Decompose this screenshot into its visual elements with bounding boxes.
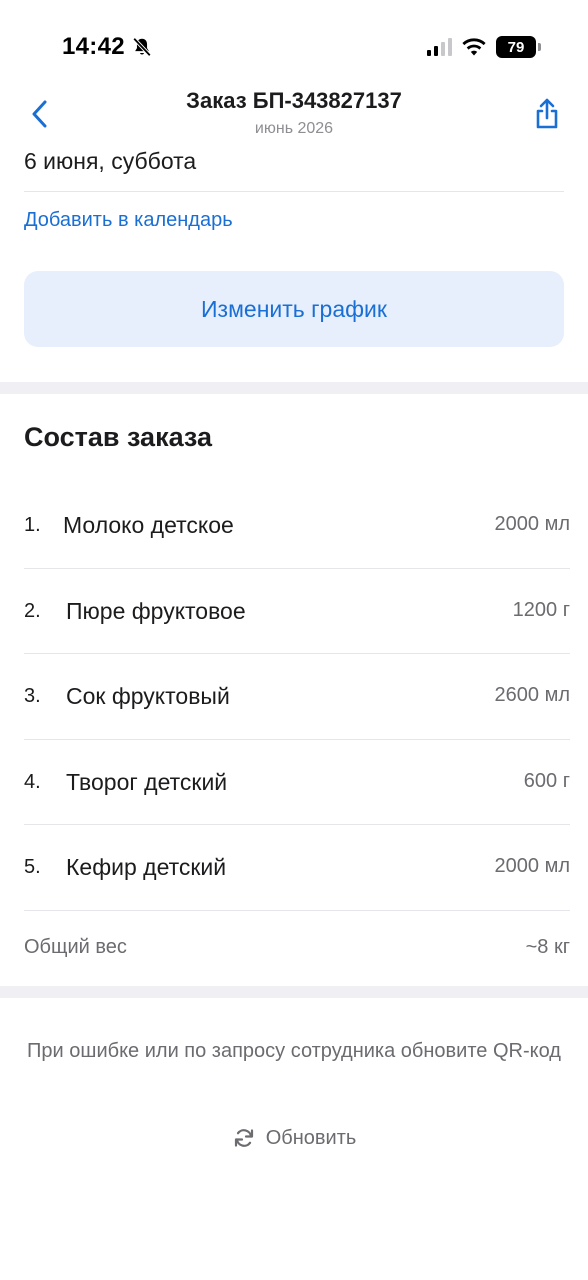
status-time-group: 14:42 — [62, 33, 153, 61]
item-quantity: 2600 мл — [494, 684, 570, 706]
delivery-date: 6 июня, суббота — [24, 148, 197, 174]
refresh-icon — [234, 1129, 253, 1147]
item-name: Пюре фруктовое — [66, 597, 246, 624]
item-number: 3. — [24, 685, 41, 707]
order-section-title: Состав заказа — [24, 422, 213, 452]
item-quantity: 2000 мл — [494, 513, 570, 535]
section-separator — [0, 986, 588, 998]
item-number: 5. — [24, 856, 41, 878]
share-icon — [536, 98, 558, 129]
divider — [24, 191, 564, 192]
cellular-signal-icon — [427, 38, 452, 56]
item-name: Кефир детский — [66, 854, 227, 880]
item-quantity: 2000 мл — [494, 855, 570, 877]
section-separator — [0, 382, 588, 394]
refresh-qr-button[interactable]: Обновить — [0, 1126, 588, 1150]
item-name: Творог детский — [66, 768, 228, 795]
navigation-bar: Заказ БП-343827137 июнь 2026 — [0, 84, 588, 146]
status-time: 14:42 — [62, 33, 125, 60]
status-icons: 79 — [427, 36, 541, 58]
order-items-list: 1. Молоко детское 2000 мл 2. Пюре фрукто… — [24, 483, 570, 911]
status-bar: 14:42 79 — [0, 0, 588, 88]
total-weight-label: Общий вес — [24, 936, 127, 958]
change-schedule-button[interactable]: Изменить график — [24, 271, 564, 347]
page-title: Заказ БП-343827137 — [186, 88, 402, 113]
list-item: 5. Кефир детский 2000 мл — [24, 825, 570, 911]
list-item: 2. Пюре фруктовое 1200 г — [24, 569, 570, 654]
list-item: 1. Молоко детское 2000 мл — [24, 483, 570, 569]
qr-refresh-note: При ошибке или по запросу сотрудника обн… — [27, 1040, 561, 1062]
total-weight-row: Общий вес ~8 кг — [24, 934, 570, 966]
item-name: Молоко детское — [63, 512, 234, 538]
battery-icon: 79 — [496, 36, 541, 58]
add-to-calendar-link[interactable]: Добавить в календарь — [24, 209, 233, 232]
refresh-label: Обновить — [265, 1126, 357, 1149]
page-subtitle: июнь 2026 — [254, 120, 334, 137]
item-quantity: 1200 г — [512, 598, 570, 621]
battery-level: 79 — [507, 38, 525, 56]
list-item: 3. Сок фруктовый 2600 мл — [24, 654, 570, 740]
item-name: Сок фруктовый — [66, 683, 230, 709]
item-number: 2. — [24, 599, 41, 622]
total-weight-value: ~8 кг — [525, 936, 570, 958]
item-quantity: 600 г — [523, 769, 570, 792]
item-number: 1. — [24, 514, 41, 536]
list-item: 4. Творог детский 600 г — [24, 740, 570, 825]
share-button[interactable] — [532, 96, 562, 132]
item-number: 4. — [24, 770, 41, 793]
bell-slash-icon — [132, 37, 152, 57]
wifi-icon — [462, 38, 486, 56]
